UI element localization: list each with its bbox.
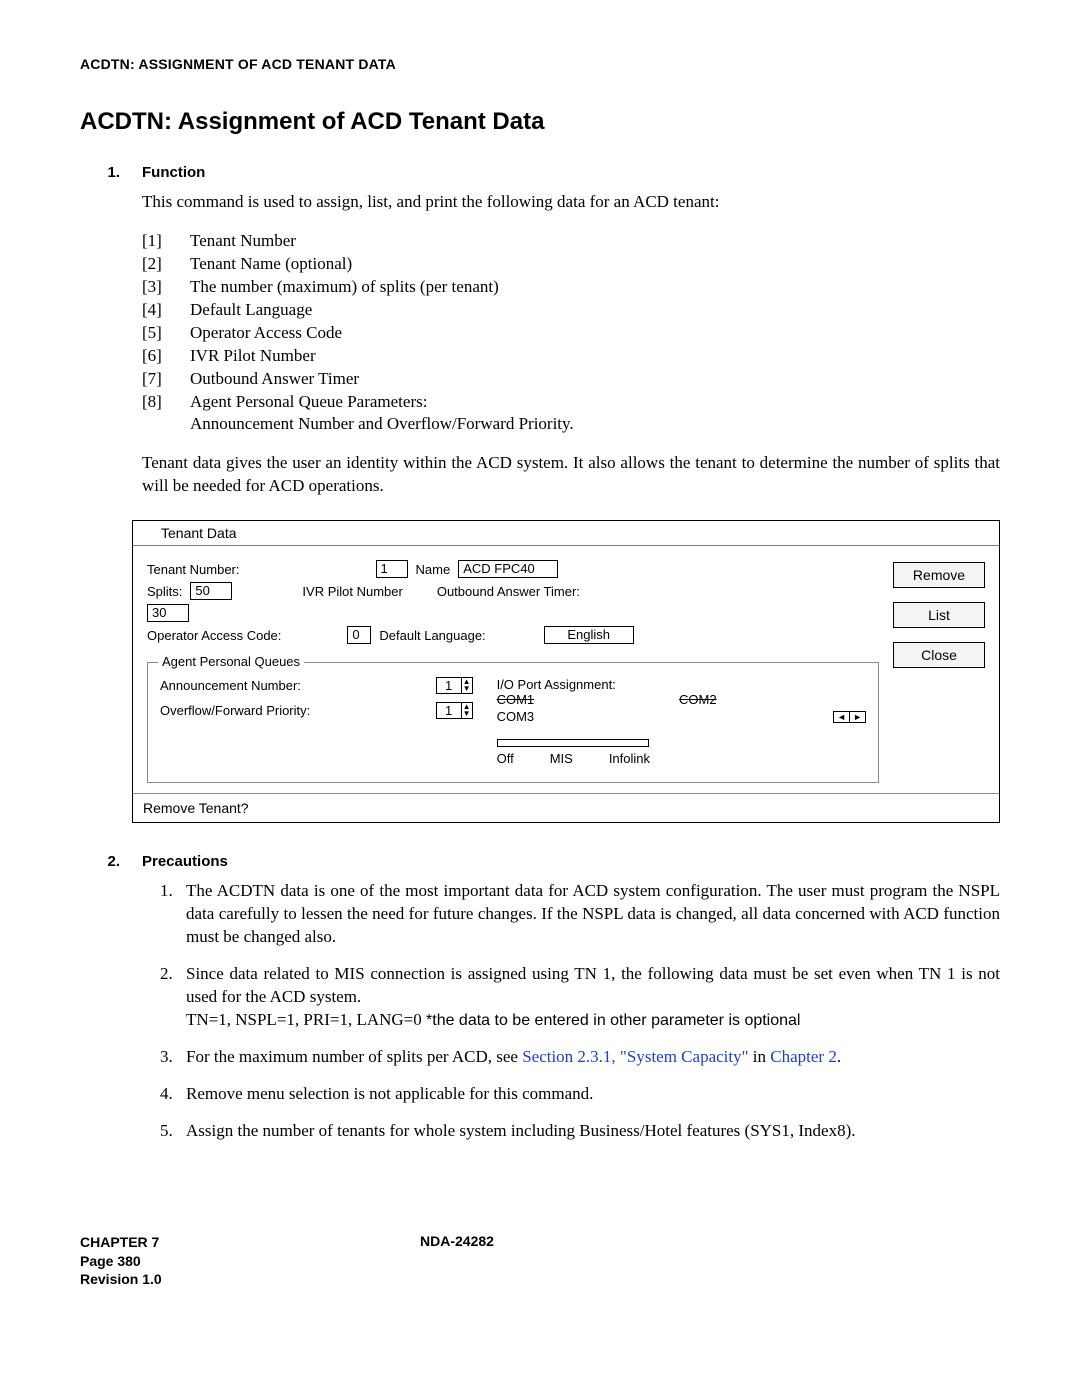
section-1-heading: 1. Function <box>80 164 1000 181</box>
dialog-status: Remove Tenant? <box>133 793 999 822</box>
default-language-label: Default Language: <box>379 628 485 643</box>
closing-paragraph: Tenant data gives the user an identity w… <box>142 452 1000 498</box>
list-button[interactable]: List <box>893 602 985 628</box>
close-button[interactable]: Close <box>893 642 985 668</box>
intro-paragraph: This command is used to assign, list, an… <box>142 191 1000 214</box>
list-item: Announcement Number and Overflow/Forward… <box>142 413 1000 436</box>
com3-label: COM3 <box>497 709 535 724</box>
splits-field[interactable]: 50 <box>190 582 232 600</box>
io-slider[interactable] <box>497 739 649 747</box>
remove-button[interactable]: Remove <box>893 562 985 588</box>
function-list: [1]Tenant Number [2]Tenant Name (optiona… <box>142 230 1000 436</box>
section-label: Precautions <box>142 853 228 870</box>
section-number: 1. <box>80 164 142 181</box>
infolink-label: Infolink <box>609 751 650 766</box>
mis-label: MIS <box>550 751 573 766</box>
chapter-link[interactable]: Chapter 2 <box>770 1047 837 1066</box>
list-item: [2]Tenant Name (optional) <box>142 253 1000 276</box>
agent-personal-queues-group: Agent Personal Queues Announcement Numbe… <box>147 662 879 783</box>
list-item: 5. Assign the number of tenants for whol… <box>160 1120 1000 1143</box>
com2-label: COM2 <box>679 692 717 707</box>
footer-page: Page 380 <box>80 1252 420 1271</box>
function-body: This command is used to assign, list, an… <box>142 191 1000 498</box>
list-item: [6]IVR Pilot Number <box>142 345 1000 368</box>
left-right-arrows-icon[interactable]: ◄► <box>833 711 866 723</box>
dialog-title: Tenant Data <box>133 521 999 546</box>
default-language-field[interactable]: English <box>544 626 634 644</box>
spinner-arrows-icon[interactable]: ▲▼ <box>462 702 473 719</box>
list-item: 3. For the maximum number of splits per … <box>160 1046 1000 1069</box>
running-header: ACDTN: ASSIGNMENT OF ACD TENANT DATA <box>80 56 1000 72</box>
footer-revision: Revision 1.0 <box>80 1270 420 1289</box>
com1-label: COM1 <box>497 692 535 707</box>
overflow-priority-label: Overflow/Forward Priority: <box>160 703 310 718</box>
page-title: ACDTN: Assignment of ACD Tenant Data <box>80 108 1000 136</box>
list-item: [7]Outbound Answer Timer <box>142 368 1000 391</box>
operator-access-field[interactable]: 0 <box>347 626 371 644</box>
document-page: ACDTN: ASSIGNMENT OF ACD TENANT DATA ACD… <box>0 0 1080 1329</box>
tenant-number-label: Tenant Number: <box>147 562 240 577</box>
footer-doc-id: NDA-24282 <box>420 1233 494 1290</box>
list-item: 4. Remove menu selection is not applicab… <box>160 1083 1000 1106</box>
list-item: 2. Since data related to MIS connection … <box>160 963 1000 1032</box>
announcement-number-stepper[interactable]: 1 ▲▼ <box>436 677 473 694</box>
outbound-timer-label: Outbound Answer Timer: <box>437 584 580 599</box>
section-2-heading: 2. Precautions <box>80 853 1000 870</box>
ivr-pilot-label: IVR Pilot Number <box>302 584 402 599</box>
section-link[interactable]: Section 2.3.1, "System Capacity" <box>522 1047 748 1066</box>
tenant-data-dialog: Tenant Data Tenant Number: 1 Name ACD FP… <box>132 520 1000 823</box>
list-item: [8]Agent Personal Queue Parameters: <box>142 391 1000 414</box>
list-item: [3]The number (maximum) of splits (per t… <box>142 276 1000 299</box>
overflow-priority-stepper[interactable]: 1 ▲▼ <box>436 702 473 719</box>
section-label: Function <box>142 164 205 181</box>
list-item: 1. The ACDTN data is one of the most imp… <box>160 880 1000 949</box>
list-item: [4]Default Language <box>142 299 1000 322</box>
footer-chapter: CHAPTER 7 <box>80 1233 420 1252</box>
tenant-number-field[interactable]: 1 <box>376 560 408 578</box>
off-label: Off <box>497 751 514 766</box>
precautions-list: 1. The ACDTN data is one of the most imp… <box>160 880 1000 1142</box>
io-port-label: I/O Port Assignment: <box>497 677 866 692</box>
group-legend: Agent Personal Queues <box>158 654 304 669</box>
spinner-arrows-icon[interactable]: ▲▼ <box>462 677 473 694</box>
section-number: 2. <box>80 853 142 870</box>
name-label: Name <box>416 562 451 577</box>
list-item: [1]Tenant Number <box>142 230 1000 253</box>
operator-access-label: Operator Access Code: <box>147 628 281 643</box>
list-item: [5]Operator Access Code <box>142 322 1000 345</box>
thirty-field[interactable]: 30 <box>147 604 189 622</box>
page-footer: CHAPTER 7 Page 380 Revision 1.0 NDA-2428… <box>80 1233 1000 1290</box>
tenant-data-dialog-wrap: Tenant Data Tenant Number: 1 Name ACD FP… <box>132 520 1000 823</box>
name-field[interactable]: ACD FPC40 <box>458 560 558 578</box>
announcement-number-label: Announcement Number: <box>160 678 301 693</box>
splits-label: Splits: <box>147 584 182 599</box>
